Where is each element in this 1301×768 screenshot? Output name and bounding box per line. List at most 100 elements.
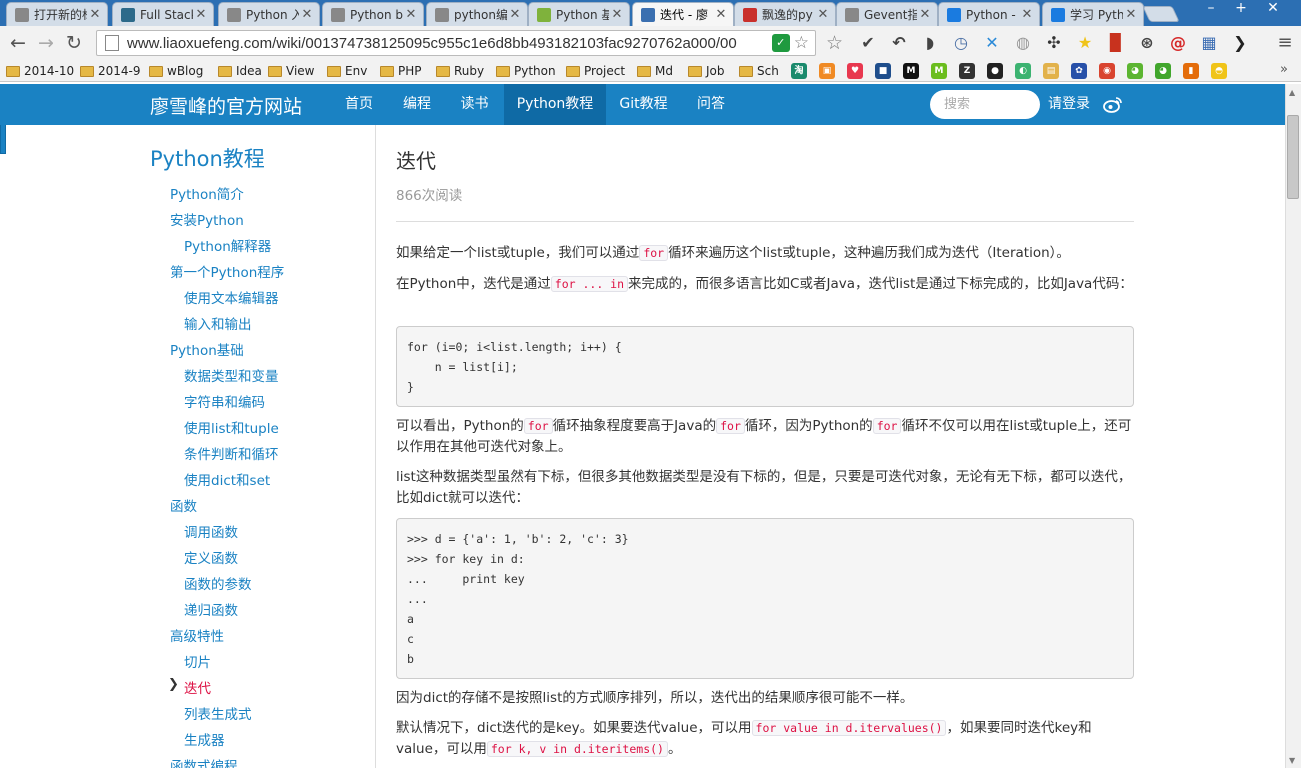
bookmark-folder[interactable]: View: [268, 62, 314, 80]
close-icon[interactable]: ✕: [609, 7, 625, 22]
paw-icon[interactable]: ✿: [1071, 63, 1087, 79]
close-icon[interactable]: ✕: [713, 7, 729, 22]
bookmark-folder[interactable]: wBlog: [149, 62, 203, 80]
reload-icon[interactable]: ↻: [62, 31, 86, 55]
close-icon[interactable]: ✕: [815, 7, 831, 22]
close-icon[interactable]: ✕: [1019, 7, 1035, 22]
address-bar[interactable]: www.liaoxuefeng.com/wiki/001374738125095…: [96, 30, 816, 56]
url-text[interactable]: www.liaoxuefeng.com/wiki/001374738125095…: [127, 35, 768, 52]
nav-item[interactable]: 问答: [681, 84, 741, 125]
browser-tab[interactable]: Python - ✕: [938, 2, 1040, 26]
nav-item[interactable]: 编程: [389, 84, 445, 125]
star-icon[interactable]: ☆: [826, 32, 843, 54]
steering-icon[interactable]: ⊛: [1137, 33, 1157, 53]
browser-tab[interactable]: 飘逸的py ✕: [734, 2, 836, 26]
bookmark-folder[interactable]: Project: [566, 62, 625, 80]
minimize-button[interactable]: –: [1196, 0, 1226, 18]
close-icon[interactable]: ✕: [299, 7, 315, 22]
bookmark-folder[interactable]: 2014-10: [6, 62, 74, 80]
sidebar-item[interactable]: 生成器: [184, 729, 225, 749]
weibo-icon[interactable]: [1103, 95, 1123, 113]
github-icon[interactable]: ●: [987, 63, 1003, 79]
at-icon[interactable]: @: [1168, 33, 1188, 53]
scroll-up-arrow-icon[interactable]: ▲: [1289, 88, 1295, 97]
sidebar-item[interactable]: 递归函数: [184, 599, 238, 619]
doc-icon[interactable]: ▦: [1199, 33, 1219, 53]
sidebar-item[interactable]: 条件判断和循环: [184, 443, 279, 463]
close-icon[interactable]: ✕: [917, 7, 933, 22]
slash-icon[interactable]: Z: [959, 63, 975, 79]
nav-item[interactable]: Git教程: [606, 84, 681, 125]
new-tab-button[interactable]: [1142, 6, 1180, 22]
sidebar-item[interactable]: 调用函数: [184, 521, 238, 541]
sidebar-item[interactable]: Python基础: [170, 339, 244, 359]
bookmark-folder[interactable]: Sch: [739, 62, 779, 80]
nav-item[interactable]: 读书: [445, 84, 504, 125]
login-link[interactable]: 请登录: [1048, 84, 1090, 125]
browser-tab[interactable]: Python b ✕: [322, 2, 424, 26]
terminal-icon[interactable]: ❯: [1230, 33, 1250, 53]
yellow-app-icon[interactable]: ◓: [1211, 63, 1227, 79]
sidebar-title[interactable]: Python教程: [150, 143, 265, 173]
search-input[interactable]: [930, 90, 1040, 119]
site-logo[interactable]: 廖雪峰的官方网站: [150, 92, 302, 119]
forward-arrow-icon[interactable]: →: [34, 31, 58, 55]
browser-tab[interactable]: Gevent指 ✕: [836, 2, 938, 26]
back-arrow-icon[interactable]: ←: [6, 31, 30, 55]
maximize-button[interactable]: +: [1226, 0, 1256, 18]
vscode-icon[interactable]: ✕: [982, 33, 1002, 53]
taobao-icon[interactable]: 淘: [791, 63, 807, 79]
sidebar-item[interactable]: 数据类型和变量: [184, 365, 279, 385]
sidebar-item[interactable]: Python简介: [170, 183, 244, 203]
sidebar-item[interactable]: 安装Python: [170, 209, 244, 229]
square-app-icon[interactable]: ■: [875, 63, 891, 79]
bookmark-folder[interactable]: Md: [637, 62, 673, 80]
green-m-icon[interactable]: M: [931, 63, 947, 79]
scroll-down-arrow-icon[interactable]: ▼: [1289, 756, 1295, 765]
close-icon[interactable]: ✕: [507, 7, 523, 22]
notes-icon[interactable]: ▤: [1043, 63, 1059, 79]
sidebar-item[interactable]: Python解释器: [184, 235, 271, 255]
pocket-ext-icon[interactable]: ◗: [920, 33, 940, 53]
sidebar-item[interactable]: 高级特性: [170, 625, 224, 645]
menu-icon[interactable]: ≡: [1274, 32, 1296, 54]
wechat-2-icon[interactable]: ◕: [1155, 63, 1171, 79]
close-window-button[interactable]: ✕: [1258, 0, 1288, 18]
browser-tab[interactable]: 打开新的标✕: [6, 2, 108, 26]
bookmark-folder[interactable]: Idea: [218, 62, 262, 80]
browser-tab[interactable]: 学习 Pyth ✕: [1042, 2, 1144, 26]
sidebar-item[interactable]: 切片: [184, 651, 211, 671]
browser-tab[interactable]: python编 ✕: [426, 2, 528, 26]
sidebar-item[interactable]: 第一个Python程序: [170, 261, 284, 281]
sidebar-item[interactable]: 函数的参数: [184, 573, 252, 593]
sidebar-item[interactable]: 使用文本编辑器: [184, 287, 279, 307]
pocket-icon[interactable]: ♥: [847, 63, 863, 79]
clock-icon[interactable]: ◷: [951, 33, 971, 53]
sidebar-item[interactable]: 迭代: [184, 677, 211, 697]
sidebar-item[interactable]: 列表生成式: [184, 703, 252, 723]
browser-tab[interactable]: Full Stack ✕: [112, 2, 214, 26]
globe-icon[interactable]: ◍: [1013, 33, 1033, 53]
sidebar-item[interactable]: 输入和输出: [184, 313, 252, 333]
browser-tab[interactable]: Python 基 ✕: [528, 2, 630, 26]
scrollbar-thumb[interactable]: [1287, 115, 1299, 199]
star-yellow-icon[interactable]: ★: [1075, 33, 1095, 53]
sidebar-item[interactable]: 函数式编程: [170, 755, 238, 768]
book-red-icon[interactable]: ▉: [1106, 33, 1126, 53]
close-icon[interactable]: ✕: [1123, 7, 1139, 22]
check-icon[interactable]: ✔: [858, 33, 878, 53]
bookmark-folder[interactable]: Ruby: [436, 62, 484, 80]
bookmark-star-icon[interactable]: ☆: [794, 33, 809, 53]
m-icon[interactable]: M: [903, 63, 919, 79]
wechat-icon[interactable]: ◕: [1127, 63, 1143, 79]
bookmark-folder[interactable]: Python: [496, 62, 556, 80]
bookmark-folder[interactable]: Job: [688, 62, 725, 80]
close-icon[interactable]: ✕: [87, 7, 103, 22]
sidebar-item[interactable]: 定义函数: [184, 547, 238, 567]
bookmark-folder[interactable]: Env: [327, 62, 367, 80]
puzzle-icon[interactable]: ✣: [1044, 33, 1064, 53]
undo-icon[interactable]: ↶: [889, 33, 909, 53]
bookmark-folder[interactable]: 2014-9: [80, 62, 141, 80]
shield-icon[interactable]: ✓: [771, 34, 790, 52]
sidebar-item[interactable]: 使用list和tuple: [184, 417, 279, 437]
